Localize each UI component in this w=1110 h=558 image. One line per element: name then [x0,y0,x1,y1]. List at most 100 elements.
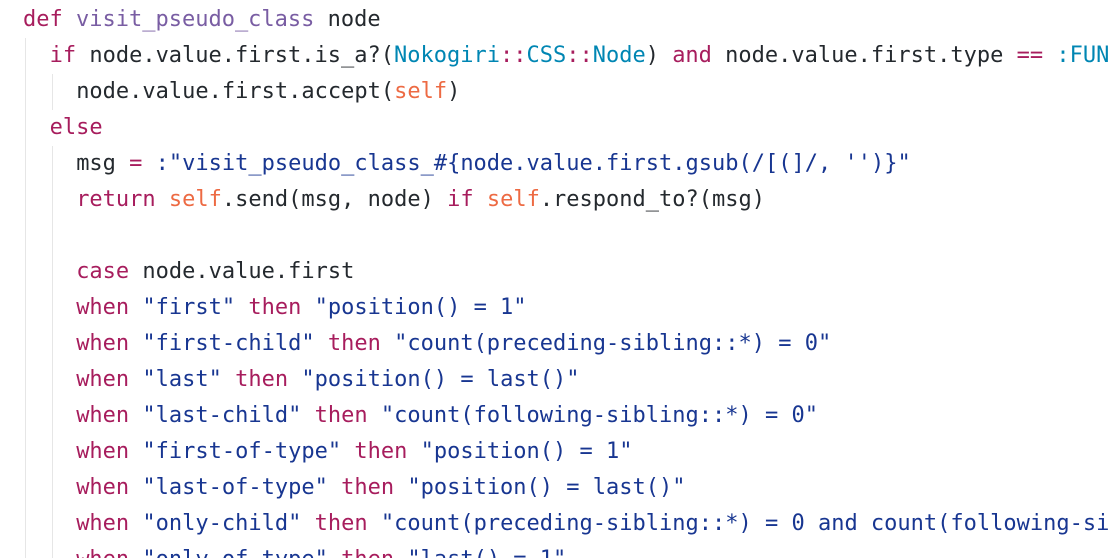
code-token-keyword: if [49,43,77,68]
code-token-string: :"visit_pseudo_class_#{ [155,151,461,176]
code-token-string: "only-child" [142,511,302,536]
code-line: msg = :"visit_pseudo_class_#{node.value.… [76,146,1110,182]
code-line: if node.value.first.is_a?(Nokogiri::CSS:… [50,38,1110,74]
code-token-keyword: then [341,547,394,558]
code-token-self: self [486,187,540,212]
code-token-keyword: else [49,115,103,140]
indent-guide [51,362,53,398]
code-token-string: "last-of-type" [142,475,328,500]
indent-guide [25,326,26,362]
code-line: when "last" then "position() = last()" [76,362,1110,398]
code-token-string: node.value.first.gsub( [460,151,752,176]
indent-guide [25,398,26,434]
indent-guide [51,398,53,434]
indent-guide [51,74,53,110]
code-token-string: "last() = 1" [407,547,566,558]
code-token-keyword: when [76,511,130,536]
indent-guide [25,254,26,290]
code-token-constant: CSS [526,43,567,68]
indent-guide [25,542,26,558]
indent-guide [51,290,53,326]
code-token-keyword: case [76,259,130,284]
code-token-self: self [168,187,222,212]
code-token-constant: Nokogiri [393,43,500,68]
code-token-plain: msg [76,151,130,176]
code-token-string: "first" [142,295,236,320]
code-token-string: "last-child" [142,403,302,428]
indent-guide [25,182,26,218]
code-token-keyword: return [76,187,156,212]
indent-guide [25,290,26,326]
indent-guide [25,470,26,506]
code-line: def visit_pseudo_class node [23,2,1110,38]
indent-guide [51,326,53,362]
indent-guide [51,218,53,254]
indent-guide [25,146,26,182]
code-token-keyword: then [314,403,368,428]
code-token-plain: node [314,7,381,32]
code-token-keyword: then [248,295,302,320]
code-token-operator: :: [566,43,593,68]
code-token-string: '' [844,151,871,176]
indent-guide [25,38,26,74]
code-token-keyword: when [76,331,130,356]
code-token-string: "count(preceding-sibling::*) = 0 and cou… [380,511,1110,536]
indent-guide [51,182,53,218]
code-token-string: , [817,151,845,176]
code-token-keyword: when [76,439,130,464]
indent-guide [25,218,26,254]
code-token-keyword: then [354,439,408,464]
indent-guide [51,146,53,182]
code-token-string: "last" [142,367,222,392]
code-token-keyword: when [76,475,130,500]
code-view[interactable]: def visit_pseudo_class node if node.value… [0,0,1110,558]
code-token-string: /[(]/ [751,151,818,176]
indent-guide [51,254,53,290]
code-token-string: "position() = last()" [407,475,686,500]
indent-guide [51,470,53,506]
code-token-self: self [394,79,448,104]
code-line: when "first-child" then "count(preceding… [76,326,1110,362]
code-token-string: )}" [870,151,911,176]
code-token-plain: node.value.first.is_a?( [76,43,394,68]
code-token-operator: == [1016,43,1044,68]
code-token-keyword: then [341,475,395,500]
code-token-constant: :FUNCTION [1056,43,1110,68]
code-token-string: "first-child" [142,331,315,356]
code-token-keyword: when [76,367,130,392]
code-line: case node.value.first [76,254,1110,290]
code-token-keyword: when [76,295,130,320]
code-token-keyword: when [76,403,130,428]
indent-guide [51,542,53,558]
indent-guide [51,506,53,542]
indent-guide [51,434,53,470]
code-token-keyword: then [314,511,368,536]
code-token-keyword: when [76,547,129,558]
indent-guide [25,362,26,398]
indent-guide [25,74,26,110]
code-token-string: "position() = 1" [420,439,633,464]
code-token-operator: :: [499,43,527,68]
